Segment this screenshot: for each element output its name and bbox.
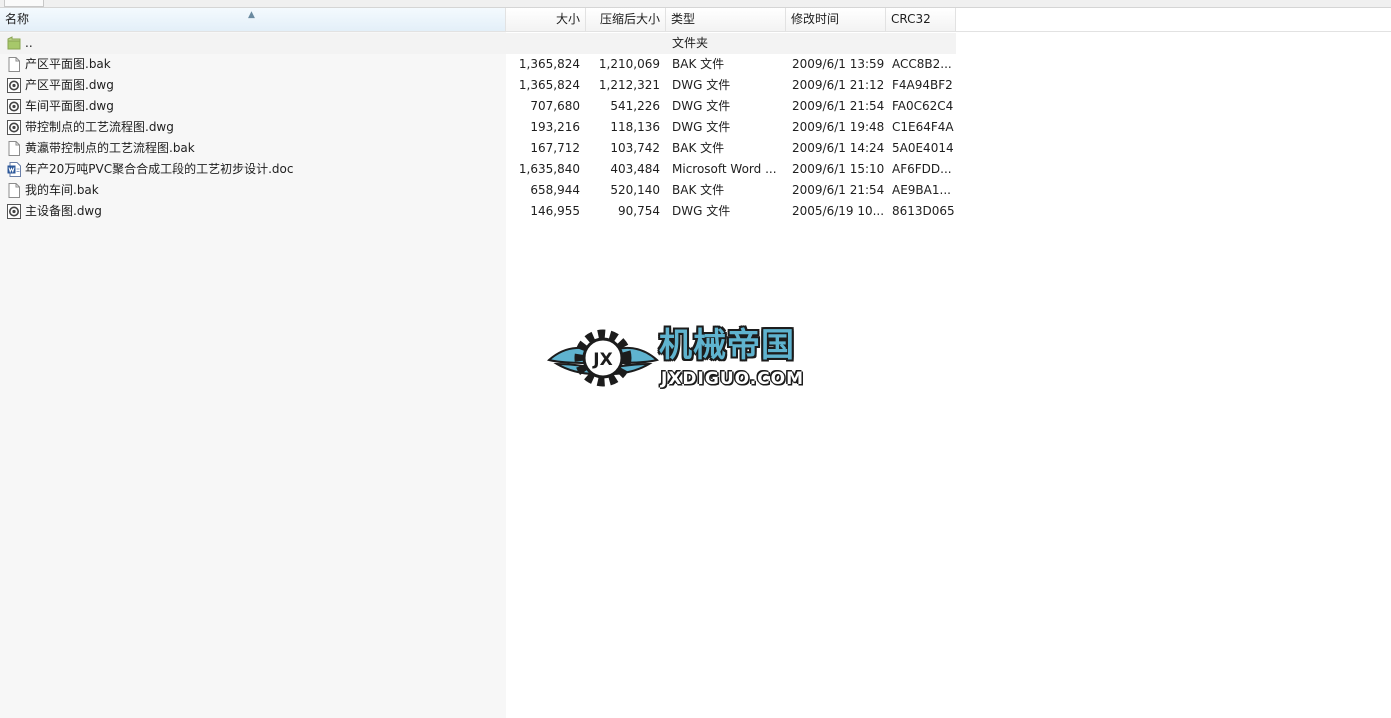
file-crc: F4A94BF2 bbox=[892, 78, 953, 92]
folder-icon bbox=[7, 36, 21, 50]
dwg-file-icon bbox=[7, 204, 21, 219]
file-name: 产区平面图.bak bbox=[25, 57, 111, 71]
file-type: BAK 文件 bbox=[672, 57, 725, 71]
file-packed-size: 541,226 bbox=[610, 99, 660, 113]
blank-file-icon bbox=[8, 183, 20, 198]
watermark-logo: JX 机械帝国 JXDIGUO.COM bbox=[546, 324, 842, 392]
file-size: 167,712 bbox=[530, 141, 580, 155]
blank-file-icon bbox=[8, 141, 20, 156]
file-name: 产区平面图.dwg bbox=[25, 78, 114, 92]
parent-folder-type: 文件夹 bbox=[672, 36, 709, 50]
file-packed-size: 1,210,069 bbox=[598, 57, 660, 71]
file-size: 1,365,824 bbox=[518, 78, 580, 92]
file-name: 黄瀛带控制点的工艺流程图.bak bbox=[25, 141, 195, 155]
file-size: 193,216 bbox=[530, 120, 580, 134]
file-modified: 2009/6/1 21:54 bbox=[792, 183, 885, 197]
column-header-size[interactable]: 大小 bbox=[506, 8, 586, 31]
file-crc: 8613D065 bbox=[892, 204, 955, 218]
blank-file-icon bbox=[8, 57, 20, 72]
file-size: 707,680 bbox=[530, 99, 580, 113]
file-size: 658,944 bbox=[530, 183, 580, 197]
watermark-title: 机械帝国 bbox=[659, 325, 795, 364]
dwg-file-icon bbox=[7, 99, 21, 114]
file-crc: 5A0E4014 bbox=[892, 141, 954, 155]
file-type: BAK 文件 bbox=[672, 183, 725, 197]
file-packed-size: 90,754 bbox=[618, 204, 660, 218]
parent-folder-row[interactable]: .. 文件夹 bbox=[0, 33, 956, 54]
file-packed-size: 103,742 bbox=[610, 141, 660, 155]
file-size: 146,955 bbox=[530, 204, 580, 218]
column-header-type[interactable]: 类型 bbox=[666, 8, 786, 31]
column-header: 名称 ▲ 大小 压缩后大小 类型 修改时间 CRC32 bbox=[0, 8, 956, 32]
file-row[interactable]: 产区平面图.dwg 1,365,824 1,212,321 DWG 文件 200… bbox=[0, 75, 956, 96]
file-packed-size: 1,212,321 bbox=[598, 78, 660, 92]
file-type: BAK 文件 bbox=[672, 141, 725, 155]
file-row[interactable]: 年产20万吨PVC聚合合成工段的工艺初步设计.doc 1,635,840 403… bbox=[0, 159, 956, 180]
column-modified-label: 修改时间 bbox=[791, 12, 840, 26]
file-modified: 2009/6/1 14:24 bbox=[792, 141, 885, 155]
file-modified: 2009/6/1 13:59 bbox=[792, 57, 885, 71]
word-doc-icon bbox=[7, 162, 21, 177]
file-modified: 2009/6/1 19:48 bbox=[792, 120, 885, 134]
file-type: Microsoft Word ... bbox=[672, 162, 777, 176]
header-filler bbox=[956, 8, 1391, 32]
column-packed-label: 压缩后大小 bbox=[599, 12, 660, 26]
file-row[interactable]: 产区平面图.bak 1,365,824 1,210,069 BAK 文件 200… bbox=[0, 54, 956, 75]
file-name: 年产20万吨PVC聚合合成工段的工艺初步设计.doc bbox=[25, 162, 294, 176]
file-type: DWG 文件 bbox=[672, 204, 731, 218]
file-packed-size: 118,136 bbox=[610, 120, 660, 134]
dwg-file-icon bbox=[7, 78, 21, 93]
file-size: 1,635,840 bbox=[518, 162, 580, 176]
column-header-name[interactable]: 名称 ▲ bbox=[0, 8, 506, 31]
file-crc: C1E64F4A bbox=[892, 120, 954, 134]
file-size: 1,365,824 bbox=[518, 57, 580, 71]
file-name: 主设备图.dwg bbox=[25, 204, 102, 218]
column-crc-label: CRC32 bbox=[891, 12, 931, 26]
file-type: DWG 文件 bbox=[672, 99, 731, 113]
column-header-modified[interactable]: 修改时间 bbox=[786, 8, 886, 31]
column-size-label: 大小 bbox=[555, 12, 580, 26]
parent-folder-name: .. bbox=[25, 36, 33, 50]
gear-wings-emblem-icon: JX bbox=[546, 329, 660, 387]
file-crc: AF6FDD... bbox=[892, 162, 952, 176]
sort-ascending-icon: ▲ bbox=[248, 10, 255, 20]
file-row[interactable]: 黄瀛带控制点的工艺流程图.bak 167,712 103,742 BAK 文件 … bbox=[0, 138, 956, 159]
column-header-crc[interactable]: CRC32 bbox=[886, 8, 956, 31]
file-crc: AE9BA1... bbox=[892, 183, 951, 197]
file-row[interactable]: 主设备图.dwg 146,955 90,754 DWG 文件 2005/6/19… bbox=[0, 201, 956, 222]
file-packed-size: 403,484 bbox=[610, 162, 660, 176]
file-crc: ACC8B2... bbox=[892, 57, 952, 71]
dwg-file-icon bbox=[7, 120, 21, 135]
file-type: DWG 文件 bbox=[672, 120, 731, 134]
tab-stub[interactable] bbox=[4, 0, 44, 7]
file-packed-size: 520,140 bbox=[610, 183, 660, 197]
file-name: 我的车间.bak bbox=[25, 183, 99, 197]
file-row[interactable]: 车间平面图.dwg 707,680 541,226 DWG 文件 2009/6/… bbox=[0, 96, 956, 117]
watermark-site: JXDIGUO.COM bbox=[661, 369, 805, 389]
file-name: 车间平面图.dwg bbox=[25, 99, 114, 113]
file-row[interactable]: 我的车间.bak 658,944 520,140 BAK 文件 2009/6/1… bbox=[0, 180, 956, 201]
column-header-packed[interactable]: 压缩后大小 bbox=[586, 8, 666, 31]
file-modified: 2005/6/19 10... bbox=[792, 204, 885, 218]
top-strip bbox=[0, 0, 1391, 8]
file-name: 带控制点的工艺流程图.dwg bbox=[25, 120, 174, 134]
file-row[interactable]: 带控制点的工艺流程图.dwg 193,216 118,136 DWG 文件 20… bbox=[0, 117, 956, 138]
file-modified: 2009/6/1 21:12 bbox=[792, 78, 885, 92]
file-crc: FA0C62C4 bbox=[892, 99, 954, 113]
column-type-label: 类型 bbox=[671, 12, 696, 26]
emblem-text: JX bbox=[592, 350, 612, 370]
file-modified: 2009/6/1 15:10 bbox=[792, 162, 885, 176]
column-name-label: 名称 bbox=[5, 12, 30, 26]
file-modified: 2009/6/1 21:54 bbox=[792, 99, 885, 113]
file-type: DWG 文件 bbox=[672, 78, 731, 92]
